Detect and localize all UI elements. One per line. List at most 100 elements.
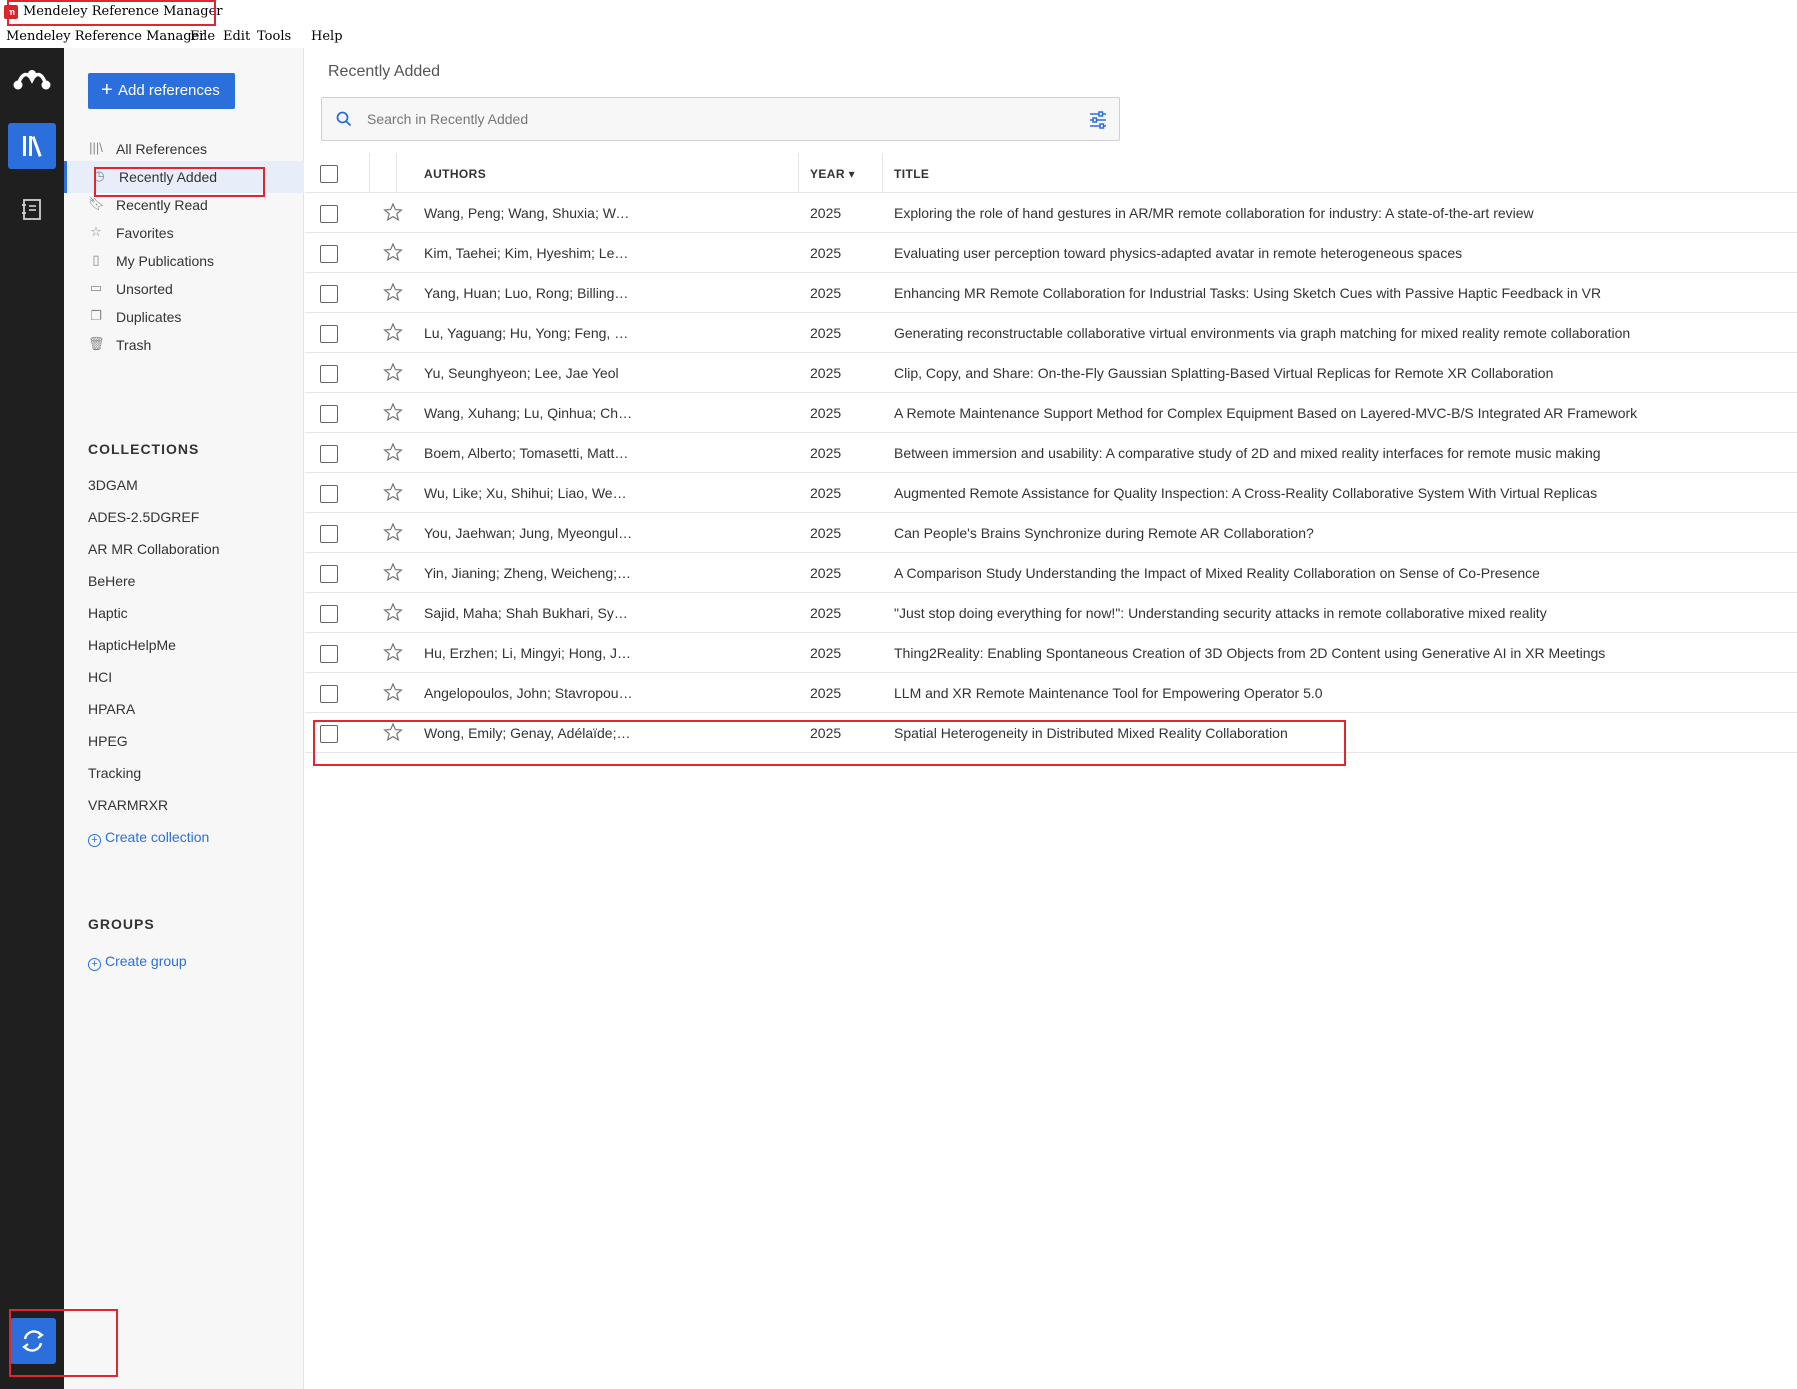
row-authors: Kim, Taehei; Kim, Hyeshim; Lee, Jeongmi;…	[424, 245, 634, 261]
row-checkbox[interactable]	[320, 285, 338, 303]
favorite-star-icon[interactable]	[383, 202, 403, 222]
plus-circle-icon: +	[88, 958, 101, 971]
row-authors: Sajid, Maha; Shah Bukhari, Syed Ibrahim …	[424, 605, 634, 621]
row-checkbox[interactable]	[320, 685, 338, 703]
nav-label: Unsorted	[116, 281, 173, 297]
plus-circle-icon: +	[88, 834, 101, 847]
row-checkbox[interactable]	[320, 325, 338, 343]
row-title: LLM and XR Remote Maintenance Tool for E…	[894, 685, 1323, 701]
collection-item[interactable]: HCI	[88, 669, 112, 685]
favorite-star-icon[interactable]	[383, 442, 403, 462]
row-year: 2025	[810, 565, 842, 581]
row-year: 2025	[810, 685, 842, 701]
notebook-rail-button[interactable]	[18, 195, 46, 223]
add-references-button[interactable]: + Add references	[88, 73, 235, 109]
favorite-star-icon[interactable]	[383, 522, 403, 542]
row-checkbox[interactable]	[320, 525, 338, 543]
favorite-star-icon[interactable]	[383, 322, 403, 342]
row-title: Augmented Remote Assistance for Quality …	[894, 485, 1598, 501]
row-checkbox[interactable]	[320, 405, 338, 423]
mendeley-logo-icon[interactable]	[12, 68, 52, 92]
row-checkbox[interactable]	[320, 445, 338, 463]
favorite-star-icon[interactable]	[383, 562, 403, 582]
collection-item[interactable]: ADES-2.5DGREF	[88, 509, 199, 525]
row-title: Enhancing MR Remote Collaboration for In…	[894, 285, 1602, 301]
collections-heading: COLLECTIONS	[88, 441, 200, 457]
column-title[interactable]: TITLE	[894, 167, 929, 181]
row-title: Thing2Reality: Enabling Spontaneous Crea…	[894, 645, 1606, 661]
favorite-star-icon[interactable]	[383, 282, 403, 302]
table-row[interactable]: Yang, Huan; Luo, Rong; Billinghurst, Mar…	[305, 273, 1797, 313]
page-title: Recently Added	[328, 63, 441, 80]
table-row[interactable]: Angelopoulos, John; Stavropoulos, Panagi…	[305, 673, 1797, 713]
table-row[interactable]: Lu, Yaguang; Hu, Yong; Feng, Huiyan; Dua…	[305, 313, 1797, 353]
row-checkbox[interactable]	[320, 245, 338, 263]
table-row[interactable]: Wu, Like; Xu, Shihui; Liao, Wenjie; Fuji…	[305, 473, 1797, 513]
table-row[interactable]: You, Jaehwan; Jung, Myeongul; Kim, Kwang…	[305, 513, 1797, 553]
collection-item[interactable]: HPARA	[88, 701, 135, 717]
favorite-star-icon[interactable]	[383, 602, 403, 622]
menu-help[interactable]: Help	[311, 29, 343, 44]
row-authors: Wang, Peng; Wang, Shuxia; Wang, Yue; Bil…	[424, 205, 634, 221]
menu-app[interactable]: Mendeley Reference Manager	[6, 29, 206, 44]
filter-settings-icon[interactable]	[1088, 110, 1108, 130]
row-checkbox[interactable]	[320, 485, 338, 503]
collection-item[interactable]: VRARMRXR	[88, 797, 168, 813]
menu-tools[interactable]: Tools	[257, 29, 291, 44]
column-year[interactable]: YEAR ▾	[810, 167, 855, 181]
title-bar: m Mendeley Reference Manager	[0, 0, 1797, 26]
collection-item[interactable]: AR MR Collaboration	[88, 541, 220, 557]
collection-item[interactable]: HPEG	[88, 733, 128, 749]
row-authors: You, Jaehwan; Jung, Myeongul; Kim, Kwang…	[424, 525, 634, 541]
row-checkbox[interactable]	[320, 365, 338, 383]
favorite-star-icon[interactable]	[383, 482, 403, 502]
search-bar[interactable]	[321, 97, 1120, 141]
favorite-star-icon[interactable]	[383, 362, 403, 382]
row-checkbox[interactable]	[320, 205, 338, 223]
row-checkbox[interactable]	[320, 645, 338, 663]
create-collection-link[interactable]: + Create collection	[88, 829, 209, 847]
menu-edit[interactable]: Edit	[223, 29, 250, 44]
menu-file[interactable]: File	[190, 29, 215, 44]
select-all-checkbox[interactable]	[320, 165, 338, 183]
favorite-star-icon[interactable]	[383, 242, 403, 262]
table-row[interactable]: Wang, Peng; Wang, Shuxia; Wang, Yue; Bil…	[305, 193, 1797, 233]
row-authors: Angelopoulos, John; Stavropoulos, Panagi…	[424, 685, 634, 701]
table-row[interactable]: Kim, Taehei; Kim, Hyeshim; Lee, Jeongmi;…	[305, 233, 1797, 273]
row-authors: Lu, Yaguang; Hu, Yong; Feng, Huiyan; Dua…	[424, 325, 634, 341]
annotation-box	[9, 1309, 118, 1377]
collection-item[interactable]: BeHere	[88, 573, 135, 589]
collection-item[interactable]: Haptic	[88, 605, 128, 621]
nav-label: Duplicates	[116, 309, 182, 325]
favorite-star-icon[interactable]	[383, 642, 403, 662]
table-row[interactable]: Boem, Alberto; Tomasetti, Matteo; Turche…	[305, 433, 1797, 473]
nav-label: Recently Read	[116, 197, 208, 213]
row-checkbox[interactable]	[320, 605, 338, 623]
favorite-star-icon[interactable]	[383, 682, 403, 702]
row-checkbox[interactable]	[320, 565, 338, 583]
table-row[interactable]: Yu, Seunghyeon; Lee, Jae Yeol 2025 Clip, C…	[305, 353, 1797, 393]
table-row[interactable]: Hu, Erzhen; Li, Mingyi; Hong, Jungtaek; …	[305, 633, 1797, 673]
table-row[interactable]: Yin, Jianing; Zheng, Weicheng; Wang, Yun…	[305, 553, 1797, 593]
favorite-star-icon[interactable]	[383, 402, 403, 422]
star-icon: ☆	[90, 224, 102, 239]
row-title: Clip, Copy, and Share: On-the-Fly Gaussi…	[894, 365, 1554, 381]
row-year: 2025	[810, 405, 842, 421]
nav-label: All References	[116, 141, 208, 157]
row-year: 2025	[810, 645, 842, 661]
collection-item[interactable]: 3DGAM	[88, 477, 138, 493]
nav-label: Favorites	[116, 225, 174, 241]
table-header: AUTHORS YEAR ▾ TITLE	[305, 153, 1797, 193]
collection-item[interactable]: Tracking	[88, 765, 141, 781]
row-authors: Wu, Like; Xu, Shihui; Liao, Wenjie; Fuji…	[424, 485, 634, 501]
table-row[interactable]: Wang, Xuhang; Lu, Qinhua; Chen, Jiayu; Z…	[305, 393, 1797, 433]
nav-trash[interactable]: 🗑︎ Trash	[64, 329, 304, 361]
row-year: 2025	[810, 445, 842, 461]
library-rail-button[interactable]	[8, 123, 56, 169]
search-input[interactable]	[367, 108, 1067, 130]
table-row[interactable]: Sajid, Maha; Shah Bukhari, Syed Ibrahim …	[305, 593, 1797, 633]
collection-item[interactable]: HapticHelpMe	[88, 637, 176, 653]
column-authors[interactable]: AUTHORS	[424, 167, 634, 181]
row-year: 2025	[810, 605, 842, 621]
create-group-link[interactable]: + Create group	[88, 953, 187, 971]
